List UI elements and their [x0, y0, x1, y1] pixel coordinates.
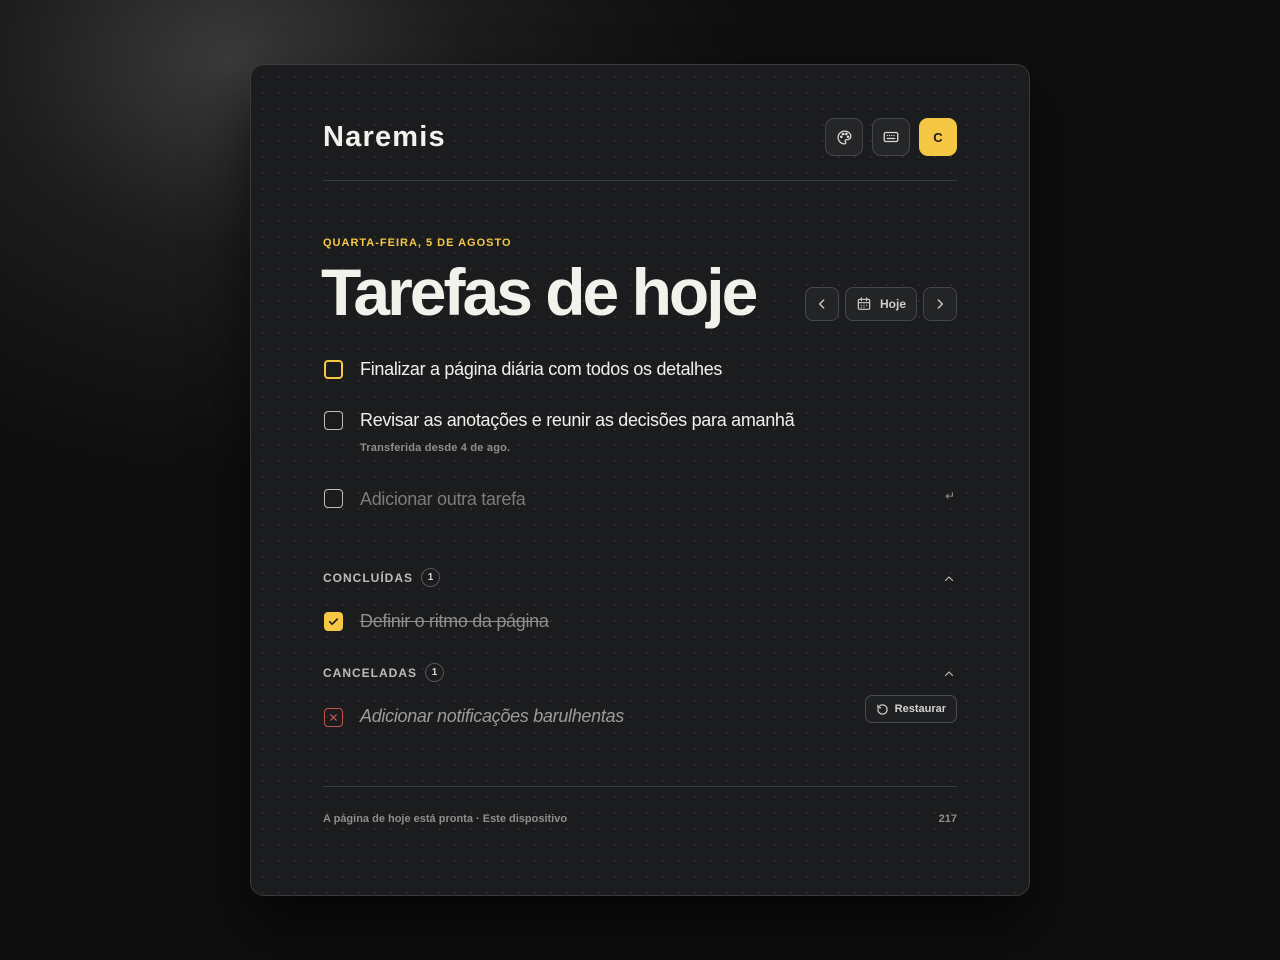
cancelled-section-label: CANCELADAS — [323, 665, 417, 680]
restore-label: Restaurar — [894, 703, 946, 715]
palette-icon — [836, 129, 852, 145]
completed-section-header[interactable]: CONCLUÍDAS 1 — [323, 568, 440, 587]
add-task-input[interactable] — [360, 487, 920, 511]
keyboard-icon — [883, 131, 899, 143]
add-task-checkbox — [324, 489, 343, 508]
completed-task-text[interactable]: Definir o ritmo da página — [360, 611, 549, 632]
footer-divider — [323, 786, 957, 787]
chevron-left-icon — [819, 299, 825, 309]
check-icon — [328, 618, 339, 626]
completed-count-badge: 1 — [421, 568, 440, 587]
chevron-up-icon — [944, 576, 954, 582]
task-cancelled-marker — [324, 708, 343, 727]
shortcuts-button[interactable] — [872, 118, 910, 156]
collapse-completed-button[interactable] — [941, 571, 957, 587]
cancelled-section-header[interactable]: CANCELADAS 1 — [323, 663, 444, 682]
avatar[interactable]: C — [919, 118, 957, 156]
cancelled-count-badge: 1 — [425, 663, 444, 682]
task-carryover-note: Transferida desde 4 de ago. — [360, 442, 511, 454]
footer: A página de hoje está pronta · Este disp… — [323, 813, 957, 825]
cancelled-task-text: Adicionar notificações barulhentas — [360, 706, 624, 726]
chevron-right-icon — [937, 299, 943, 309]
chevron-up-icon — [944, 671, 954, 677]
enter-key-icon: ↵ — [944, 489, 955, 503]
page-title: Tarefas de hoje — [321, 255, 758, 329]
footer-count: 217 — [938, 813, 957, 825]
date-navigation: Hoje — [804, 287, 957, 321]
task-checkbox-checked[interactable] — [324, 612, 343, 631]
restore-icon — [876, 703, 888, 715]
restore-button[interactable]: Restaurar — [864, 695, 957, 723]
close-icon — [330, 714, 337, 721]
today-button[interactable]: Hoje — [844, 287, 917, 321]
header-divider — [323, 180, 957, 181]
task-text[interactable]: Revisar as anotações e reunir as decisõe… — [360, 410, 795, 431]
task-text[interactable]: Finalizar a página diária com todos os d… — [360, 359, 722, 380]
next-day-button[interactable] — [923, 287, 957, 321]
task-checkbox[interactable] — [324, 411, 343, 430]
collapse-cancelled-button[interactable] — [941, 666, 957, 682]
page-date: QUARTA-FEIRA, 5 DE AGOSTO — [323, 237, 512, 249]
previous-day-button[interactable] — [804, 287, 839, 321]
header-actions: C — [825, 118, 957, 156]
task-checkbox[interactable] — [324, 360, 343, 379]
daily-page-card: Naremis C QUARTA-FEIRA, 5 DE AGOSTO Tare… — [250, 64, 1030, 896]
app-title: Naremis — [323, 121, 446, 153]
completed-section-label: CONCLUÍDAS — [323, 570, 413, 585]
today-label: Hoje — [879, 297, 906, 311]
calendar-icon — [857, 297, 871, 310]
footer-status: A página de hoje está pronta · Este disp… — [323, 813, 568, 825]
theme-button[interactable] — [825, 118, 863, 156]
